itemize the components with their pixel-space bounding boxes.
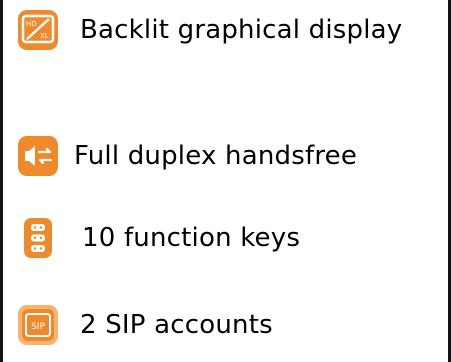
full-duplex-handsfree-icon — [16, 134, 60, 178]
sip-accounts-icon: SIP — [16, 303, 60, 347]
feature-label: 10 function keys — [82, 223, 301, 253]
feature-label: Backlit graphical display — [80, 15, 403, 45]
function-keys-icon — [16, 216, 60, 260]
feature-full-duplex-handsfree: Full duplex handsfree — [16, 134, 357, 178]
left-border — [0, 0, 3, 362]
backlit-display-icon-hd: HD — [26, 20, 37, 28]
feature-label: 2 SIP accounts — [80, 310, 273, 340]
feature-label: Full duplex handsfree — [74, 141, 358, 171]
sip-accounts-icon-text: SIP — [31, 322, 45, 332]
backlit-display-icon: HD XL — [16, 8, 60, 52]
backlit-display-icon-xl: XL — [40, 32, 49, 40]
feature-sip-accounts: SIP 2 SIP accounts — [16, 303, 273, 347]
feature-function-keys: 10 function keys — [16, 216, 300, 260]
feature-backlit-display: HD XL Backlit graphical display — [16, 8, 402, 52]
